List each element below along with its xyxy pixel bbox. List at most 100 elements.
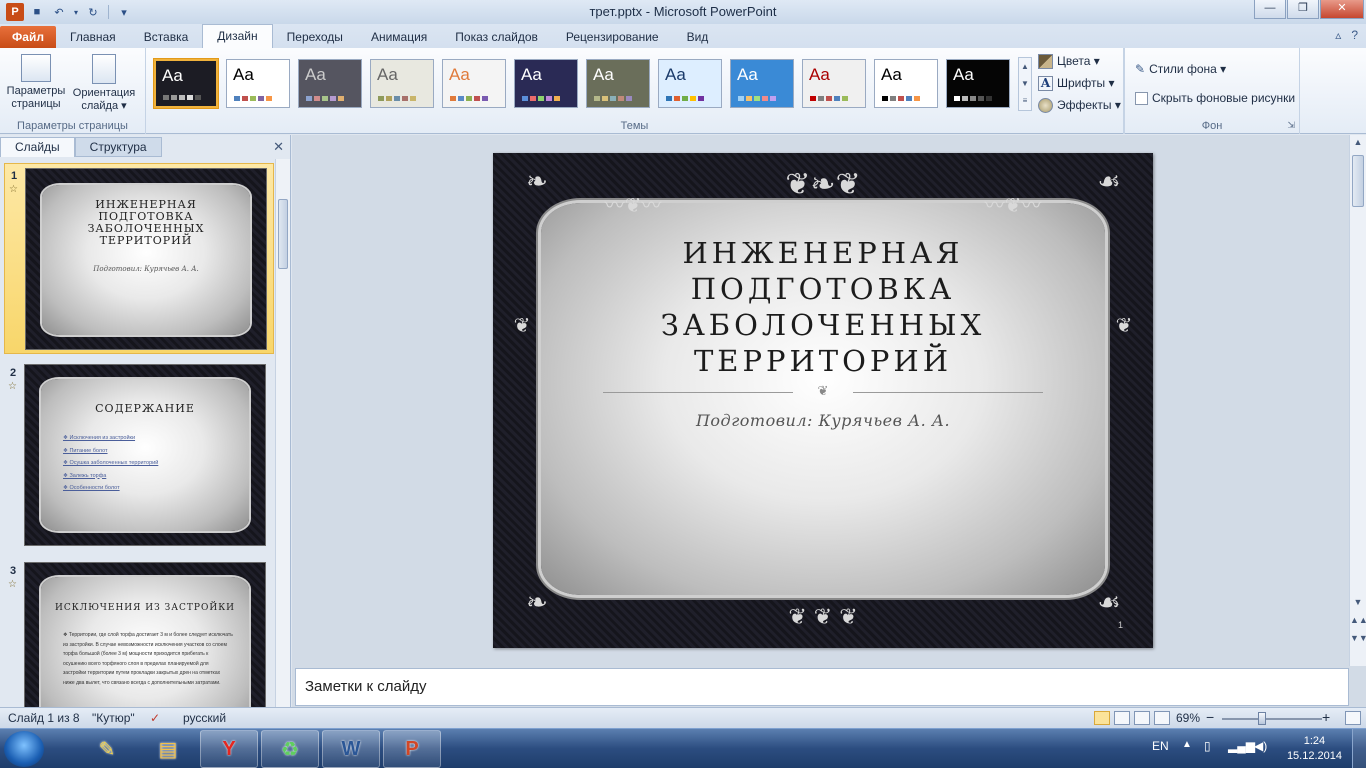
theme-thumbnail[interactable]: Aa [370,59,434,108]
next-slide-icon[interactable]: ▼▼ [1350,633,1366,643]
animation-star-icon: ☆ [9,184,18,195]
fit-to-window-icon[interactable] [1345,711,1361,725]
volume-icon[interactable]: ◀) [1254,739,1267,753]
slide-thumbnail-1[interactable]: 1 ☆ ИНЖЕНЕРНАЯ ПОДГОТОВКА ЗАБОЛОЧЕННЫХ Т… [4,163,274,354]
zoom-slider[interactable] [1222,718,1322,720]
help-icon[interactable]: ? [1351,28,1358,42]
normal-view-icon[interactable] [1094,711,1110,725]
current-slide[interactable]: ❦❧❦ ❧ ☙ 〰❦〰 〰❦〰 ❧ ☙ ❦ ❦ ❦ ❦ ❦ ИНЖЕНЕРНАЯ… [493,153,1153,648]
theme-thumbnail[interactable]: Aa [730,59,794,108]
powerpoint-app-icon[interactable]: P [6,3,24,21]
tray-device-icon[interactable]: ▯ [1204,739,1211,753]
theme-effects-button[interactable]: Эффекты ▾ [1038,95,1121,115]
tab-file[interactable]: Файл [0,26,56,48]
taskbar-app-button[interactable]: P [383,730,441,768]
tab-home[interactable]: Главная [56,26,130,48]
zoom-in-button[interactable]: + [1322,709,1330,725]
tray-expand-icon[interactable]: ▲ [1182,739,1192,750]
tab-slideshow[interactable]: Показ слайдов [441,26,552,48]
spellcheck-icon[interactable]: ✓ [150,711,160,725]
slides-panel-scroll-thumb[interactable] [278,199,288,269]
start-button[interactable] [4,731,44,767]
taskbar-app-button[interactable]: Y [200,730,258,768]
tab-transitions[interactable]: Переходы [273,26,357,48]
tab-view[interactable]: Вид [673,26,723,48]
editor-scroll-thumb[interactable] [1352,155,1364,207]
editor-scrollbar[interactable]: ▲ ▼ ▲▲ ▼▼ [1349,135,1366,666]
previous-slide-icon[interactable]: ▲▲ [1350,615,1366,625]
minimize-ribbon-icon[interactable]: ▵ [1335,28,1341,42]
slide-orientation-button[interactable]: Ориентация слайда ▾ [71,52,137,112]
zoom-out-button[interactable]: − [1206,709,1214,725]
minimize-button[interactable]: — [1254,0,1286,19]
tab-insert[interactable]: Вставка [130,26,203,48]
ornament-corner-icon: ☙ [1097,167,1121,197]
theme-thumbnail[interactable]: Aa [586,59,650,108]
tab-outline[interactable]: Структура [74,137,162,157]
dialog-launcher-icon[interactable]: ⇲ [1287,120,1295,131]
undo-icon[interactable]: ↶ [50,3,68,21]
scroll-down-icon[interactable]: ▼ [1350,597,1366,607]
scroll-up-icon[interactable]: ▲ [1350,137,1366,147]
tab-animations[interactable]: Анимация [357,26,441,48]
theme-fonts-button[interactable]: A Шрифты ▾ [1038,73,1114,93]
theme-thumbnail[interactable]: Aa [298,59,362,108]
tab-review[interactable]: Рецензирование [552,26,673,48]
redo-icon[interactable]: ↻ [84,3,102,21]
slides-panel-scrollbar[interactable] [275,159,290,707]
color-swatch [522,96,528,101]
slide-title[interactable]: ИНЖЕНЕРНАЯ ПОДГОТОВКА ЗАБОЛОЧЕННЫХ ТЕРРИ… [553,235,1093,379]
tab-slides[interactable]: Слайды [0,137,75,157]
close-panel-icon[interactable]: ✕ [273,139,284,155]
maximize-button[interactable]: ❐ [1287,0,1319,19]
theme-thumbnail[interactable]: Aa [946,59,1010,108]
theme-color-swatches [306,96,344,101]
theme-thumbnail[interactable]: Aa [226,59,290,108]
theme-thumbnail[interactable]: Aa [514,59,578,108]
notes-pane[interactable]: Заметки к слайду [295,668,1349,706]
close-button[interactable]: ✕ [1320,0,1364,19]
theme-thumbnail[interactable]: Aa [802,59,866,108]
theme-thumbnail[interactable]: Aa [658,59,722,108]
background-styles-button[interactable]: ✎ Стили фона ▾ [1135,59,1226,79]
quick-access-toolbar: P ■ ↶ ▾ ↻ ▾ [0,0,133,24]
language-indicator[interactable]: русский [183,711,226,725]
tab-design[interactable]: Дизайн [202,24,273,48]
theme-color-swatches [666,96,704,101]
hide-background-checkbox[interactable]: Скрыть фоновые рисунки [1135,88,1295,108]
slide-sorter-view-icon[interactable] [1114,711,1130,725]
color-swatch [898,96,904,101]
reading-view-icon[interactable] [1134,711,1150,725]
customize-qat-icon[interactable]: ▾ [115,3,133,21]
undo-dropdown-icon[interactable]: ▾ [72,3,80,21]
slide-thumbnail-3[interactable]: 3 ☆ ИСКЛЮЧЕНИЯ ИЗ ЗАСТРОЙКИ ❖ Территории… [4,559,274,707]
color-swatch [266,96,272,101]
slide-thumbnail-2[interactable]: 2 ☆ СОДЕРЖАНИЕ ❖ Исключения из застройки… [4,361,274,552]
theme-thumbnail[interactable]: Aa [442,59,506,108]
taskbar-app-button[interactable]: ✎ [78,730,136,768]
effects-label: Эффекты ▾ [1057,98,1121,112]
save-icon[interactable]: ■ [28,3,46,21]
hide-background-check[interactable] [1135,91,1148,105]
slide-2-bullets: ❖ Исключения из застройки ❖ Питание боло… [63,432,158,495]
slideshow-view-icon[interactable] [1154,711,1170,725]
color-swatch [314,96,320,101]
orientation-label: Ориентация слайда ▾ [72,87,136,112]
color-swatch [970,96,976,101]
theme-colors-button[interactable]: Цвета ▾ [1038,51,1100,71]
page-setup-button[interactable]: Параметры страницы [3,52,69,112]
network-icon[interactable]: ▂▄▆ [1228,739,1255,753]
taskbar-app-button[interactable]: W [322,730,380,768]
input-language[interactable]: EN [1152,739,1169,753]
zoom-level[interactable]: 69% [1176,711,1200,725]
theme-thumbnail[interactable]: Aa [154,59,218,108]
color-swatch [554,96,560,101]
taskbar-app-button[interactable]: ♻ [261,730,319,768]
system-clock[interactable]: 1:24 15.12.2014 [1287,734,1342,764]
zoom-slider-handle[interactable] [1258,712,1266,725]
taskbar-app-button[interactable]: ▤ [139,730,197,768]
slide-subtitle[interactable]: Подготовил: Курячьев А. А. [553,411,1093,430]
show-desktop-button[interactable] [1352,729,1366,768]
theme-thumbnail[interactable]: Aa [874,59,938,108]
theme-gallery-scroll[interactable]: ▲ ▼ ≡ [1018,57,1032,111]
